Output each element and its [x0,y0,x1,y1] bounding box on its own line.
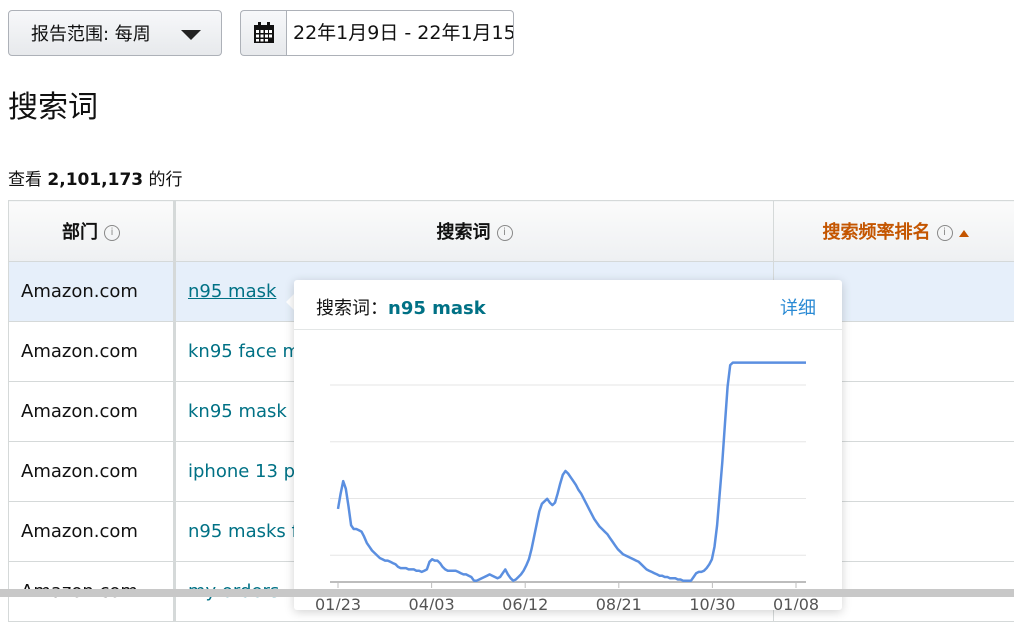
info-icon[interactable]: i [104,225,120,241]
series-line-n95-mask [338,363,806,581]
report-range-dropdown[interactable]: 报告范围: 每周 [8,10,222,56]
row-count-suffix: 的行 [143,170,182,190]
x-tick-label: 06/12 [502,595,548,610]
cell-department: Amazon.com [9,382,175,442]
popover-title: 搜索词：n95 mask [316,294,486,320]
x-tick-label: 04/03 [409,595,455,610]
search-term-link[interactable]: kn95 mask [188,401,287,422]
caret-down-icon [181,30,201,40]
row-count-prefix: 查看 [8,170,47,190]
header-rank-label: 搜索频率排名 [823,222,931,243]
search-term-trend-popover: 搜索词：n95 mask 详细 01/23 04/03 06/12 08/21 10/3… [294,280,842,610]
page-title: 搜索词 [8,82,98,126]
details-link[interactable]: 详细 [780,294,816,320]
sort-ascending-icon [959,230,969,237]
header-search-frequency-rank[interactable]: 搜索频率排名 i [774,201,1014,262]
info-icon[interactable]: i [937,225,953,241]
info-icon[interactable]: i [497,225,513,241]
calendar-icon [253,22,275,44]
search-term-link[interactable]: n95 mask [188,281,276,302]
x-tick-label: 01/23 [315,595,361,610]
calendar-button[interactable] [240,10,286,56]
popover-header: 搜索词：n95 mask 详细 [294,280,842,330]
x-tick-label: 10/30 [689,595,735,610]
x-tick-label: 08/21 [596,595,642,610]
cell-department: Amazon.com [9,262,175,322]
popover-label: 搜索词： [316,298,388,319]
cell-department: Amazon.com [9,322,175,382]
row-count-value: 2,101,173 [47,170,143,190]
trend-line-chart: 01/23 04/03 06/12 08/21 10/30 01/08 [294,330,842,610]
popover-term: n95 mask [388,298,486,319]
date-range-input[interactable]: 22年1月9日 - 22年1月15日 [286,10,514,56]
cell-department: Amazon.com [9,442,175,502]
horizontal-scrollbar[interactable] [0,589,1014,597]
report-toolbar: 报告范围: 每周 22年1月9日 - 22年1月15日 [8,10,1008,58]
header-department-label: 部门 [62,222,98,243]
row-count-text: 查看 2,101,173 的行 [8,165,183,190]
header-department[interactable]: 部门 i [9,201,175,262]
x-tick-label: 01/08 [773,595,819,610]
header-term-label: 搜索词 [437,222,491,243]
header-search-term[interactable]: 搜索词 i [175,201,774,262]
table-header-row: 部门 i 搜索词 i 搜索频率排名 i [9,201,1014,262]
cell-department: Amazon.com [9,502,175,562]
report-range-label: 报告范围: 每周 [31,20,151,46]
